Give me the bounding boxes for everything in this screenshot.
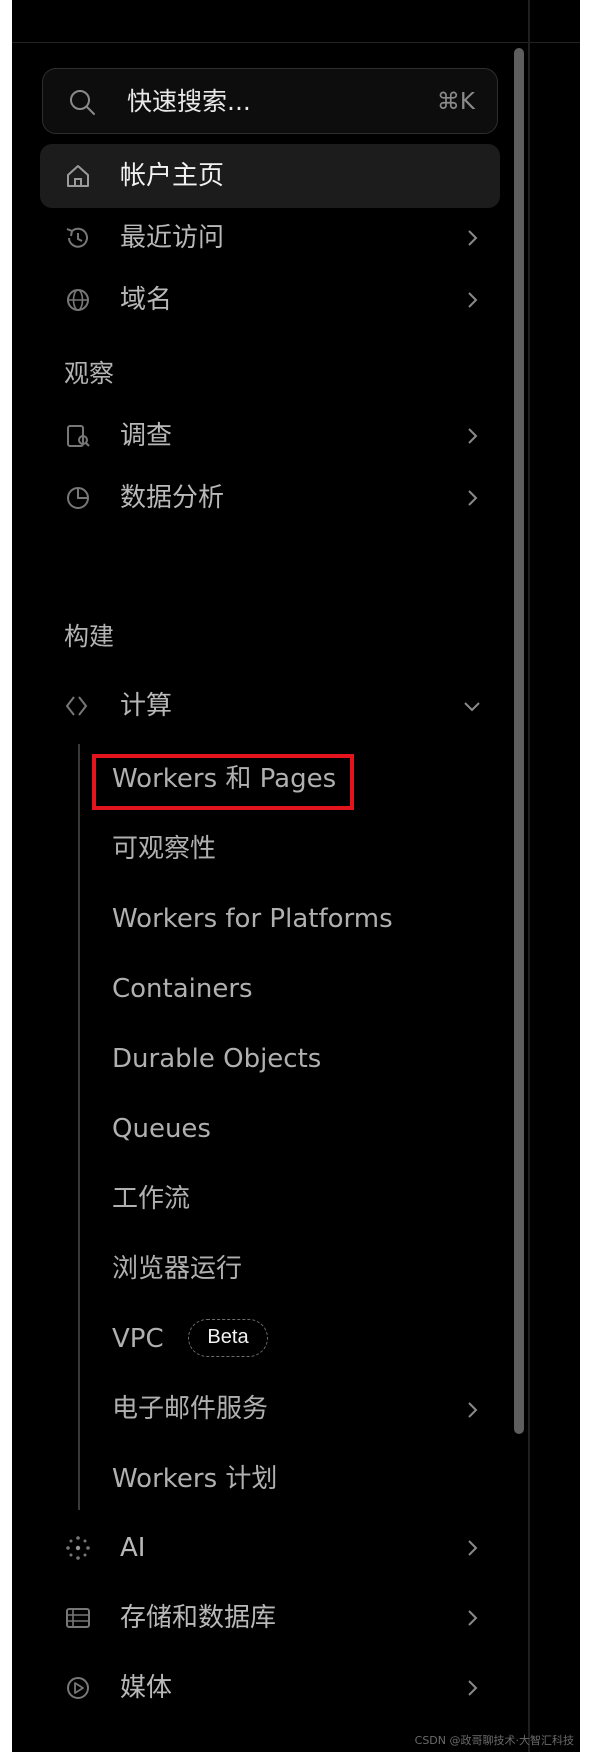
chevron-right-icon <box>460 1536 484 1560</box>
submenu-item-observability[interactable]: 可观察性 <box>112 820 492 878</box>
globe-icon <box>64 286 92 314</box>
chevron-right-icon <box>460 1606 484 1630</box>
submenu-item-containers[interactable]: Containers <box>112 960 492 1018</box>
submenu-item-durable-objects[interactable]: Durable Objects <box>112 1030 492 1088</box>
history-icon <box>64 224 92 252</box>
sidebar-panel: 快速搜索... ⌘K 帐户主页 最近访问 域名 观察 调查 数据分析 构建 计算… <box>12 0 580 1752</box>
nav-item-label: 媒体 <box>120 1673 173 1703</box>
nav-item-storage[interactable]: 存储和数据库 <box>40 1586 500 1650</box>
pie-chart-icon <box>64 484 92 512</box>
nav-item-label: AI <box>120 1533 146 1563</box>
beta-badge: Beta <box>188 1319 268 1357</box>
submenu-item-email[interactable]: 电子邮件服务 <box>112 1380 492 1438</box>
nav-item-compute[interactable]: 计算 <box>40 674 500 738</box>
submenu-item-label: 可观察性 <box>112 834 217 864</box>
search-icon <box>67 87 97 117</box>
nav-item-label: 最近访问 <box>120 223 225 253</box>
section-title-observe: 观察 <box>64 359 115 388</box>
code-brackets-icon <box>64 692 92 720</box>
submenu-item-workers-for-platforms[interactable]: Workers for Platforms <box>112 890 492 948</box>
nav-item-analytics[interactable]: 数据分析 <box>40 466 500 530</box>
nav-item-label: 域名 <box>120 285 173 315</box>
chevron-right-icon <box>460 288 484 312</box>
search-shortcut: ⌘K <box>436 89 475 115</box>
nav-item-label: 帐户主页 <box>120 161 225 191</box>
nav-item-label: 计算 <box>120 691 173 721</box>
play-circle-icon <box>64 1674 92 1702</box>
database-icon <box>64 1604 92 1632</box>
submenu-item-label: Workers for Platforms <box>112 904 393 934</box>
submenu-item-vpc[interactable]: VPC <box>112 1310 492 1368</box>
sidebar-border <box>528 0 530 1752</box>
nav-item-domains[interactable]: 域名 <box>40 268 500 332</box>
investigate-icon <box>64 422 92 450</box>
nav-item-investigate[interactable]: 调查 <box>40 404 500 468</box>
submenu-item-workers-plans[interactable]: Workers 计划 <box>112 1450 492 1508</box>
submenu-item-browser-rendering[interactable]: 浏览器运行 <box>112 1240 492 1298</box>
chevron-right-icon <box>460 424 484 448</box>
submenu-item-label: Containers <box>112 974 253 1004</box>
section-title-build: 构建 <box>64 622 115 651</box>
submenu-item-label: VPC <box>112 1324 164 1354</box>
submenu-item-label: 电子邮件服务 <box>112 1394 269 1424</box>
submenu-item-label: Durable Objects <box>112 1044 322 1074</box>
submenu-item-queues[interactable]: Queues <box>112 1100 492 1158</box>
submenu-item-label: 工作流 <box>112 1184 191 1214</box>
chevron-right-icon <box>460 226 484 250</box>
nav-item-recent[interactable]: 最近访问 <box>40 206 500 270</box>
submenu-item-workflows[interactable]: 工作流 <box>112 1170 492 1228</box>
nav-item-label: 存储和数据库 <box>120 1603 277 1633</box>
top-divider <box>12 42 580 43</box>
sparkle-icon <box>64 1534 92 1562</box>
nav-item-media[interactable]: 媒体 <box>40 1656 500 1720</box>
home-icon <box>64 162 92 190</box>
submenu-tree-line <box>78 744 80 1510</box>
nav-item-home[interactable]: 帐户主页 <box>40 144 500 208</box>
search-placeholder: 快速搜索... <box>127 87 251 116</box>
chevron-down-icon <box>460 694 484 718</box>
scrollbar-thumb[interactable] <box>514 48 524 1434</box>
search-box[interactable]: 快速搜索... ⌘K <box>42 68 498 134</box>
nav-item-label: 数据分析 <box>120 483 225 513</box>
chevron-right-icon <box>460 1676 484 1700</box>
submenu-item-label: Workers 计划 <box>112 1464 278 1494</box>
submenu-item-label: Queues <box>112 1114 211 1144</box>
nav-item-ai[interactable]: AI <box>40 1516 500 1580</box>
chevron-right-icon <box>460 1398 484 1422</box>
highlight-annotation <box>92 754 354 810</box>
submenu-item-label: 浏览器运行 <box>112 1254 243 1284</box>
nav-item-label: 调查 <box>120 421 173 451</box>
watermark: CSDN @政哥聊技术·大智汇科技 <box>414 1734 574 1747</box>
chevron-right-icon <box>460 486 484 510</box>
